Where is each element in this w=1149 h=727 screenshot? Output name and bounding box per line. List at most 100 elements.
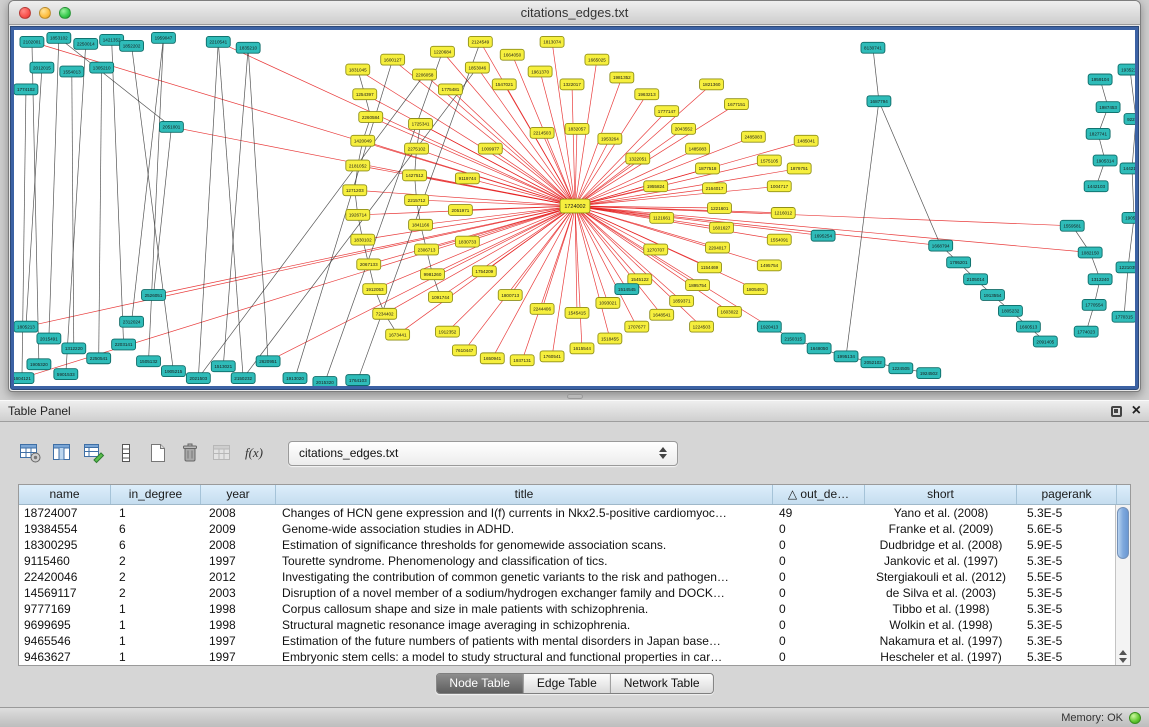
graph-node[interactable]: 2250014 <box>74 38 98 49</box>
graph-node[interactable]: 1905210 <box>1122 212 1135 223</box>
graph-node[interactable]: 1777147 <box>655 106 679 117</box>
graph-node[interactable]: 1154469 <box>698 262 722 273</box>
graph-node[interactable]: 1575105 <box>757 155 781 166</box>
delete-table-icon[interactable] <box>174 438 206 468</box>
table-row[interactable]: 1938455462009Genome-wide association stu… <box>19 521 1117 537</box>
graph-node[interactable]: 1305210 <box>90 62 114 73</box>
table-row[interactable]: 1456911722003Disruption of a novel membe… <box>19 585 1117 601</box>
graph-node[interactable]: 2105014 <box>964 274 988 285</box>
graph-node[interactable]: 1955824 <box>644 181 668 192</box>
graph-node[interactable]: 2102001 <box>20 36 44 47</box>
graph-node[interactable]: 1650941 <box>480 353 504 364</box>
graph-node[interactable]: 1442103 <box>1084 181 1108 192</box>
table-row[interactable]: 911546021997Tourette syndrome. Phenomeno… <box>19 553 1117 569</box>
graph-node[interactable]: 1827741 <box>1086 128 1110 139</box>
graph-node[interactable]: 1832057 <box>565 123 589 134</box>
graph-node[interactable]: 1665025 <box>585 54 609 65</box>
graph-node[interactable]: 1220684 <box>431 46 455 57</box>
graph-node[interactable]: 1821360 <box>700 79 724 90</box>
graph-node[interactable]: 1660513 <box>1016 321 1040 332</box>
graph-node[interactable]: 2206058 <box>413 69 437 80</box>
graph-node[interactable]: 1513021 <box>211 361 235 372</box>
graph-node[interactable]: 1912352 <box>435 326 459 337</box>
graph-node[interactable]: 1774023 <box>1074 326 1098 337</box>
graph-node[interactable]: 1442130 <box>1120 163 1135 174</box>
graph-node[interactable]: 1795201 <box>947 257 971 268</box>
graph-node[interactable]: 2043552 <box>672 123 696 134</box>
column-header-4[interactable]: △ out_de… <box>773 485 865 504</box>
graph-node[interactable]: 2051001 <box>159 121 183 132</box>
graph-node[interactable]: 1270707 <box>644 244 668 255</box>
graph-node[interactable]: 1963213 <box>635 89 659 100</box>
graph-node[interactable]: 1648541 <box>650 309 674 320</box>
graph-node[interactable]: 1754209 <box>472 266 496 277</box>
graph-node[interactable]: 1760541 <box>540 351 564 362</box>
graph-node[interactable]: 1953264 <box>598 133 622 144</box>
column-header-0[interactable]: name <box>19 485 111 504</box>
graph-node[interactable]: 1009977 <box>478 143 502 154</box>
scroll-down-icon[interactable] <box>1119 658 1127 663</box>
graph-node[interactable]: 1695254 <box>811 230 835 241</box>
table-row[interactable]: 977716911998Corpus callosum shape and si… <box>19 601 1117 617</box>
graph-node[interactable]: 1312220 <box>62 343 86 354</box>
graph-node[interactable]: 1505132 <box>137 356 161 367</box>
graph-node[interactable]: 2215712 <box>405 195 429 206</box>
graph-node[interactable]: 9119744 <box>455 173 479 184</box>
graph-node[interactable]: 2306713 <box>415 244 439 255</box>
minimize-window-button[interactable] <box>39 7 51 19</box>
graph-node[interactable]: 2204017 <box>706 242 730 253</box>
graph-node[interactable]: 1935210 <box>1118 64 1135 75</box>
graph-node[interactable]: 2015491 <box>37 333 61 344</box>
graph-node[interactable]: 2210541 <box>206 36 230 47</box>
graph-node[interactable]: 1271203 <box>343 185 367 196</box>
graph-node[interactable]: 2164017 <box>703 183 727 194</box>
graph-node[interactable]: 2150232 <box>231 373 255 384</box>
graph-node[interactable]: 1724002 <box>560 199 590 213</box>
function-builder-icon[interactable]: f(x) <box>238 438 270 468</box>
graph-node[interactable]: 1312240 <box>1088 274 1112 285</box>
graph-node[interactable]: 1831045 <box>346 64 370 75</box>
graph-node[interactable]: 2260584 <box>359 112 383 123</box>
graph-node[interactable]: 1920413 <box>757 321 781 332</box>
graph-node[interactable]: 1764103 <box>346 375 370 386</box>
graph-node[interactable]: 1895754 <box>686 280 710 291</box>
graph-node[interactable]: 1514545 <box>615 284 639 295</box>
panel-split-handle[interactable] <box>567 394 583 399</box>
graph-node[interactable]: 1554091 <box>767 234 791 245</box>
graph-node[interactable]: 1879751 <box>787 163 811 174</box>
graph-node[interactable]: 1805232 <box>998 305 1022 316</box>
graph-node[interactable]: 1913020 <box>283 373 307 384</box>
table-row[interactable]: 946554611997Estimation of the future num… <box>19 633 1117 649</box>
graph-node[interactable]: 1775481 <box>438 84 462 95</box>
graph-node[interactable]: 1554013 <box>60 66 84 77</box>
graph-node[interactable]: 1926714 <box>346 209 370 220</box>
graph-node[interactable]: 2181052 <box>346 160 370 171</box>
graph-node[interactable]: 2203141 <box>112 339 136 350</box>
graph-node[interactable]: 2015320 <box>313 377 337 386</box>
graph-node[interactable]: 1668794 <box>929 240 953 251</box>
close-panel-icon[interactable]: × <box>1132 405 1141 417</box>
graph-node[interactable]: 2244406 <box>530 303 554 314</box>
graph-node[interactable]: 1924502 <box>917 368 941 379</box>
graph-node[interactable]: 5901533 <box>54 369 78 380</box>
graph-node[interactable]: 2012015 <box>30 62 54 73</box>
graph-node[interactable]: 1800713 <box>498 290 522 301</box>
graph-node[interactable]: 1877518 <box>696 163 720 174</box>
graph-node[interactable]: 1687794 <box>867 96 891 107</box>
graph-node[interactable]: 1995134 <box>834 351 858 362</box>
graph-node[interactable]: 1559581 <box>1060 220 1084 231</box>
graph-node[interactable]: 1322017 <box>560 79 584 90</box>
graph-node[interactable]: 1841166 <box>409 219 433 230</box>
graph-node[interactable]: 1091744 <box>429 292 453 303</box>
graph-node[interactable]: 2214503 <box>530 127 554 138</box>
graph-node[interactable]: 7610447 <box>452 345 476 356</box>
network-canvas[interactable]: 1724002183104512543972260584142004921810… <box>14 30 1135 386</box>
graph-node[interactable]: 1121661 <box>650 212 674 223</box>
graph-node[interactable]: 2250541 <box>87 353 111 364</box>
graph-node[interactable]: 2091405 <box>1033 336 1057 347</box>
graph-node[interactable]: 2067133 <box>357 259 381 270</box>
graph-node[interactable]: 1813074 <box>540 36 564 47</box>
graph-node[interactable]: 1707677 <box>625 321 649 332</box>
graph-node[interactable]: 1959047 <box>152 32 176 43</box>
table-row[interactable]: 1872400712008Changes of HCN gene express… <box>19 505 1117 521</box>
